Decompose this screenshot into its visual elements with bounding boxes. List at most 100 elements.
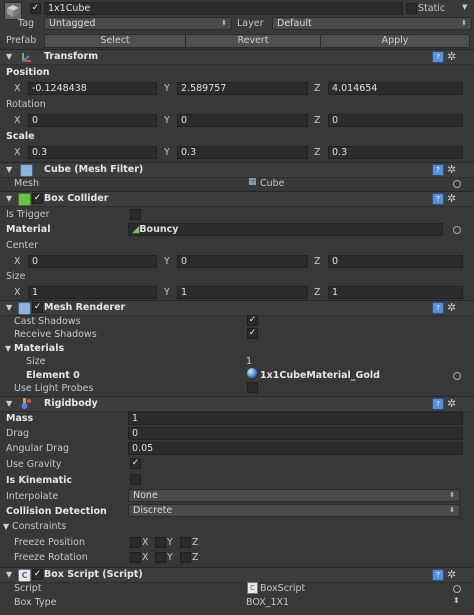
mesh-value[interactable]: Cube bbox=[260, 178, 285, 189]
mesh-filter-title: Cube (Mesh Filter) bbox=[44, 164, 144, 175]
prefab-apply-button[interactable]: Apply bbox=[320, 34, 470, 48]
help-icon[interactable]: ? bbox=[432, 51, 444, 63]
box-script-enabled-checkbox[interactable]: ✓ bbox=[32, 569, 43, 580]
box-script-header[interactable]: ▼ C ✓ Box Script (Script) ? ✲ bbox=[0, 567, 474, 583]
center-x-field[interactable]: 0 bbox=[28, 255, 157, 268]
scale-y-field[interactable]: 0.3 bbox=[177, 146, 308, 159]
mesh-grid-icon: ▦ bbox=[248, 177, 257, 187]
size-z-label: Z bbox=[314, 287, 321, 298]
center-z-field[interactable]: 0 bbox=[328, 255, 463, 268]
foldout-arrow-icon[interactable]: ▼ bbox=[3, 522, 9, 531]
freeze-rotation-y-checkbox[interactable] bbox=[155, 552, 166, 563]
static-label: Static bbox=[418, 3, 446, 14]
gear-icon[interactable]: ✲ bbox=[447, 164, 456, 175]
foldout-arrow-icon[interactable]: ▼ bbox=[6, 194, 12, 203]
tag-dropdown[interactable]: Untagged ⬍ bbox=[44, 17, 232, 30]
cast-shadows-checkbox[interactable]: ✓ bbox=[247, 315, 258, 326]
transform-title: Transform bbox=[44, 51, 99, 62]
materials-size-value[interactable]: 1 bbox=[246, 356, 252, 367]
position-z-field[interactable]: 4.014654 bbox=[328, 82, 463, 95]
help-icon[interactable]: ? bbox=[432, 193, 444, 205]
foldout-arrow-icon[interactable]: ▼ bbox=[6, 303, 12, 312]
foldout-arrow-icon[interactable]: ▼ bbox=[5, 344, 11, 353]
box-type-value[interactable]: BOX_1X1 bbox=[246, 597, 289, 608]
freeze-position-label: Freeze Position bbox=[14, 537, 85, 548]
help-icon[interactable]: ? bbox=[432, 302, 444, 314]
static-dropdown-icon[interactable]: ▼ bbox=[462, 3, 467, 11]
size-z-field[interactable]: 1 bbox=[328, 286, 463, 299]
active-checkbox[interactable]: ✓ bbox=[30, 3, 41, 14]
static-checkbox[interactable] bbox=[406, 3, 417, 14]
layer-dropdown[interactable]: Default ⬍ bbox=[272, 17, 472, 30]
gear-icon[interactable]: ✲ bbox=[447, 51, 456, 62]
mesh-label: Mesh bbox=[14, 178, 40, 189]
mesh-renderer-enabled-checkbox[interactable]: ✓ bbox=[32, 302, 43, 313]
box-collider-icon bbox=[18, 193, 31, 206]
interpolate-dropdown[interactable]: None ⬍ bbox=[128, 489, 460, 502]
rigidbody-header[interactable]: ▼ Rigidbody ? ✲ bbox=[0, 396, 474, 412]
freeze-position-z-checkbox[interactable] bbox=[180, 537, 191, 548]
dropdown-arrow-icon: ⬍ bbox=[449, 491, 455, 499]
transform-header[interactable]: ▼ Transform ? ✲ bbox=[0, 49, 474, 65]
drag-label: Drag bbox=[6, 428, 30, 439]
drag-field[interactable]: 0 bbox=[128, 427, 463, 440]
receive-shadows-checkbox[interactable]: ✓ bbox=[247, 328, 258, 339]
mesh-filter-header[interactable]: ▼ Cube (Mesh Filter) ? ✲ bbox=[0, 162, 474, 178]
size-y-field[interactable]: 1 bbox=[177, 286, 308, 299]
cast-shadows-label: Cast Shadows bbox=[14, 316, 81, 327]
is-trigger-checkbox[interactable] bbox=[130, 209, 141, 220]
angular-drag-field[interactable]: 0.05 bbox=[128, 442, 463, 455]
size-x-field[interactable]: 1 bbox=[28, 286, 157, 299]
mass-field[interactable]: 1 bbox=[128, 412, 463, 425]
position-y-field[interactable]: 2.589757 bbox=[177, 82, 308, 95]
rotation-x-field[interactable]: 0 bbox=[28, 114, 157, 127]
freeze-position-x-checkbox[interactable] bbox=[130, 537, 141, 548]
mesh-renderer-header[interactable]: ▼ ✓ Mesh Renderer ? ✲ bbox=[0, 300, 474, 316]
prefab-select-button[interactable]: Select bbox=[44, 34, 186, 48]
freeze-rotation-z-checkbox[interactable] bbox=[180, 552, 191, 563]
collision-detection-dropdown[interactable]: Discrete ⬍ bbox=[128, 504, 460, 517]
gear-icon[interactable]: ✲ bbox=[447, 193, 456, 204]
scale-z-field[interactable]: 0.3 bbox=[328, 146, 463, 159]
prefab-revert-button[interactable]: Revert bbox=[185, 34, 321, 48]
element0-value[interactable]: 1x1CubeMaterial_Gold bbox=[260, 370, 380, 381]
box-collider-enabled-checkbox[interactable]: ✓ bbox=[32, 193, 43, 204]
scale-x-field[interactable]: 0.3 bbox=[28, 146, 157, 159]
rotation-z-field[interactable]: 0 bbox=[328, 114, 463, 127]
position-x-field[interactable]: -0.1248438 bbox=[28, 82, 157, 95]
foldout-arrow-icon[interactable]: ▼ bbox=[6, 165, 12, 174]
use-light-probes-checkbox[interactable] bbox=[247, 382, 258, 393]
gear-icon[interactable]: ✲ bbox=[447, 302, 456, 313]
is-kinematic-label: Is Kinematic bbox=[6, 475, 73, 486]
object-picker-icon[interactable] bbox=[453, 180, 461, 188]
dropdown-arrow-icon[interactable]: ⬍ bbox=[453, 596, 460, 605]
box-collider-header[interactable]: ▼ ✓ Box Collider ? ✲ bbox=[0, 191, 474, 207]
rotation-y-field[interactable]: 0 bbox=[177, 114, 308, 127]
object-picker-icon[interactable] bbox=[453, 372, 461, 380]
foldout-arrow-icon[interactable]: ▼ bbox=[6, 399, 12, 408]
is-trigger-label: Is Trigger bbox=[6, 209, 50, 220]
help-icon[interactable]: ? bbox=[432, 569, 444, 581]
object-picker-icon[interactable] bbox=[453, 226, 461, 234]
object-header: ✓ 1x1Cube Static ▼ Tag Untagged ⬍ Layer D… bbox=[0, 0, 474, 48]
object-picker-icon[interactable] bbox=[453, 585, 461, 593]
dropdown-arrow-icon: ⬍ bbox=[221, 19, 227, 27]
foldout-arrow-icon[interactable]: ▼ bbox=[6, 52, 12, 61]
object-name-field[interactable]: 1x1Cube bbox=[44, 2, 403, 15]
use-gravity-checkbox[interactable]: ✓ bbox=[130, 458, 141, 469]
help-icon[interactable]: ? bbox=[432, 164, 444, 176]
center-y-field[interactable]: 0 bbox=[177, 255, 308, 268]
freeze-rotation-x-checkbox[interactable] bbox=[130, 552, 141, 563]
tag-label: Tag bbox=[18, 18, 35, 29]
foldout-arrow-icon[interactable]: ▼ bbox=[6, 570, 12, 579]
gear-icon[interactable]: ✲ bbox=[447, 398, 456, 409]
collider-material-field[interactable]: ◢Bouncy bbox=[128, 223, 443, 236]
box-collider-title: Box Collider bbox=[44, 193, 109, 204]
freeze-position-y-checkbox[interactable] bbox=[155, 537, 166, 548]
script-value[interactable]: BoxScript bbox=[260, 583, 305, 594]
gear-icon[interactable]: ✲ bbox=[447, 569, 456, 580]
mesh-renderer-title: Mesh Renderer bbox=[44, 302, 126, 313]
help-icon[interactable]: ? bbox=[432, 398, 444, 410]
size-label: Size bbox=[6, 271, 26, 282]
is-kinematic-checkbox[interactable] bbox=[130, 474, 141, 485]
